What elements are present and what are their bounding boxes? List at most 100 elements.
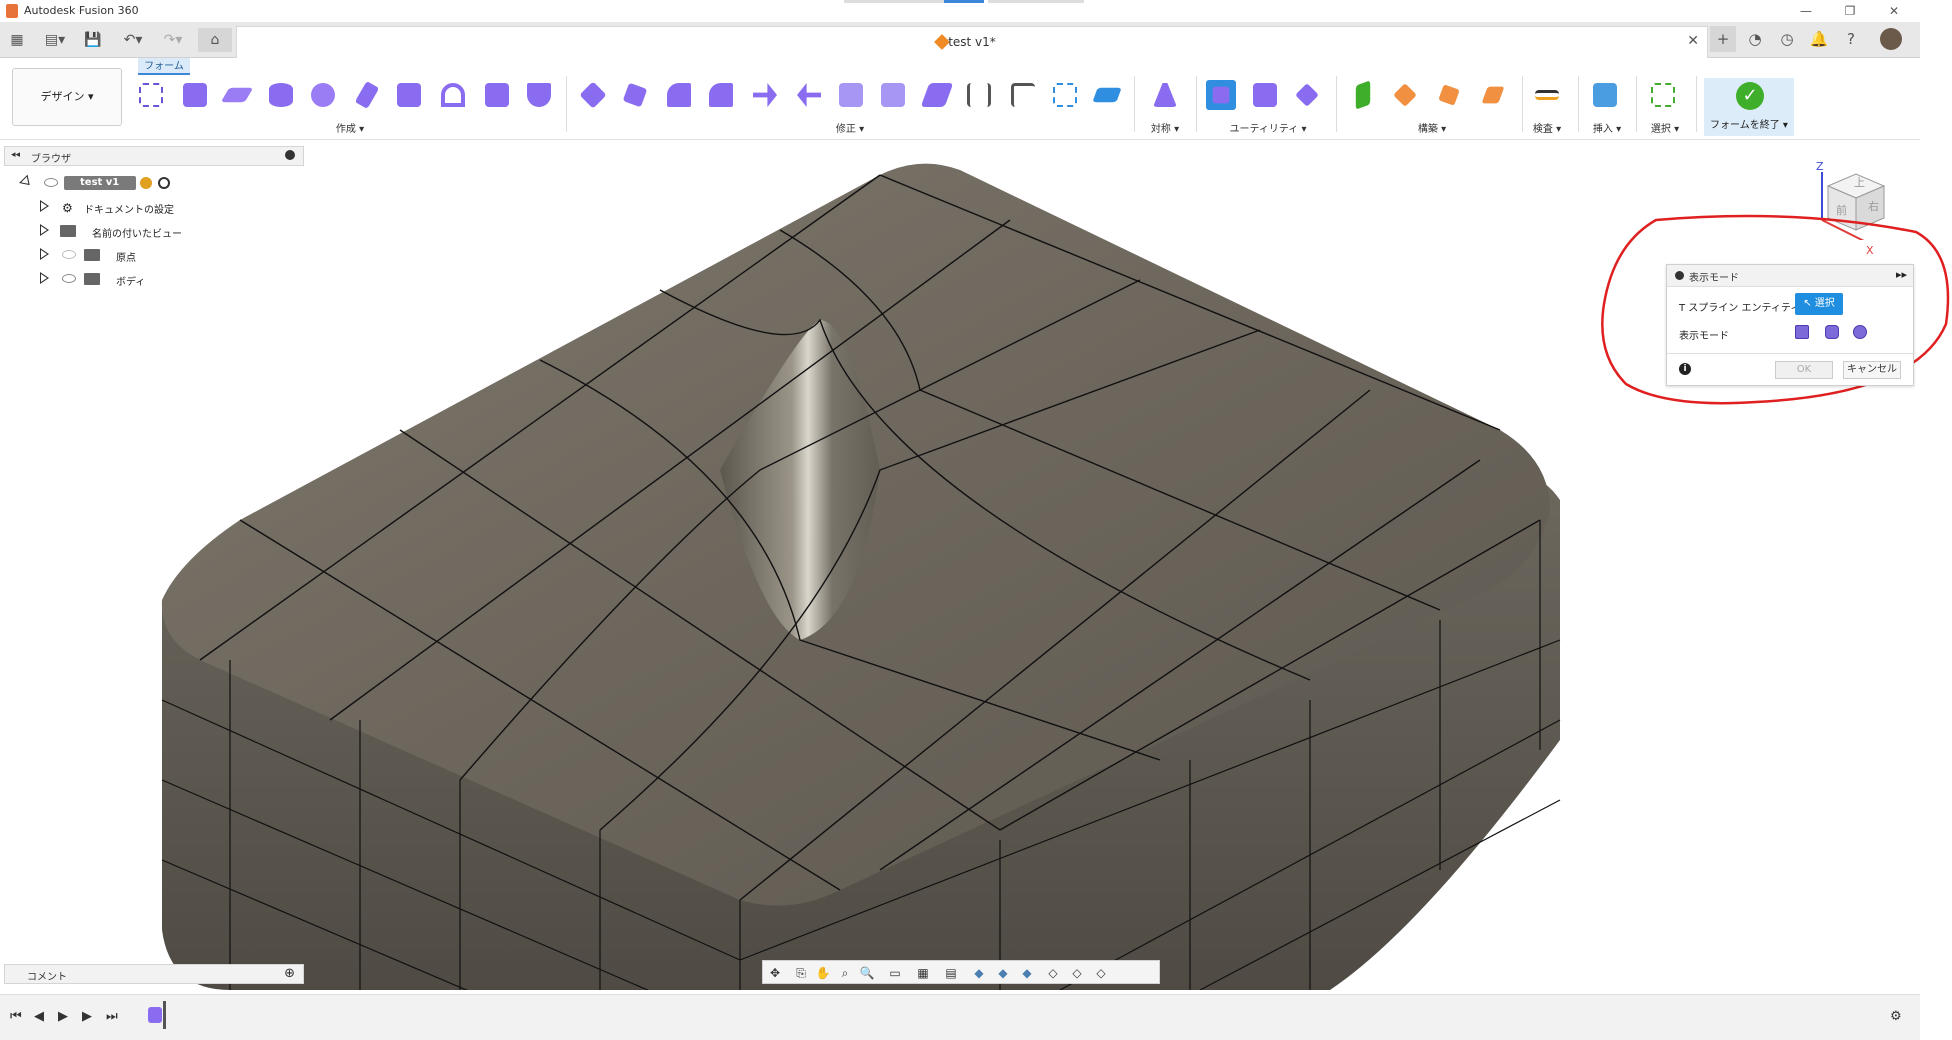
collapse-panel-icon[interactable]: ◂◂: [11, 150, 20, 160]
cube-face-right[interactable]: 右: [1868, 198, 1879, 214]
minimize-icon[interactable]: —: [1786, 2, 1826, 20]
collapse-dialog-icon[interactable]: [1675, 271, 1684, 280]
bevel-edge-icon[interactable]: [1008, 80, 1038, 110]
apps-grid-icon[interactable]: ▦: [4, 28, 30, 52]
offset-plane-icon[interactable]: [1348, 80, 1378, 110]
close-tab-icon[interactable]: ✕: [1687, 33, 1699, 49]
browser-panel-header[interactable]: ◂◂ ブラウザ: [4, 146, 304, 166]
expand-toggle-icon[interactable]: [40, 200, 49, 212]
group-label-create[interactable]: 作成 ▾: [320, 120, 380, 135]
user-avatar[interactable]: [1880, 28, 1902, 50]
expand-toggle-icon[interactable]: [40, 224, 49, 236]
expand-toggle-icon[interactable]: [40, 272, 49, 284]
expand-dialog-icon[interactable]: ▸▸: [1896, 268, 1907, 281]
pan-hand-icon[interactable]: ✋: [815, 965, 831, 981]
shaded-hidden-view-icon[interactable]: ◆: [1019, 965, 1035, 981]
extrude-tool-icon[interactable]: [394, 80, 424, 110]
weld-vertices-icon[interactable]: [878, 80, 908, 110]
insert-point-icon[interactable]: [706, 80, 736, 110]
slide-edge-icon[interactable]: [1050, 80, 1080, 110]
browser-root-item[interactable]: test v1: [18, 174, 218, 194]
sweep-tool-icon[interactable]: [482, 80, 512, 110]
fill-hole-icon[interactable]: [836, 80, 866, 110]
create-form-sketch-icon[interactable]: [136, 80, 166, 110]
midplane-icon[interactable]: [1478, 80, 1508, 110]
loft-tool-icon[interactable]: [524, 80, 554, 110]
group-label-modify[interactable]: 修正 ▾: [820, 120, 880, 135]
go-to-end-icon[interactable]: ⏭: [106, 1009, 118, 1024]
look-at-icon[interactable]: ⎘: [793, 965, 809, 981]
group-label-insert[interactable]: 挿入 ▾: [1582, 120, 1632, 135]
mirror-internal-icon[interactable]: [1150, 80, 1180, 110]
revolve-tool-icon[interactable]: [438, 80, 468, 110]
convert-icon[interactable]: [1292, 80, 1322, 110]
cylinder-tool-icon[interactable]: [266, 80, 296, 110]
step-back-icon[interactable]: ◀: [34, 1009, 44, 1024]
repair-body-icon[interactable]: [1250, 80, 1280, 110]
group-label-utilities[interactable]: ユーティリティ ▾: [1228, 120, 1308, 135]
cube-face-top[interactable]: 上: [1854, 174, 1865, 190]
timeline-settings-gear-icon[interactable]: ⚙: [1890, 1009, 1902, 1024]
select-entity-button[interactable]: ↖ 選択: [1795, 293, 1843, 315]
wireframe-hidden-icon[interactable]: ◇: [1069, 965, 1085, 981]
display-settings-icon[interactable]: ▭: [887, 965, 903, 981]
box-tool-icon[interactable]: [180, 80, 210, 110]
measure-icon[interactable]: [1532, 80, 1562, 110]
close-window-icon[interactable]: ✕: [1874, 2, 1914, 20]
tangent-plane-icon[interactable]: [1434, 80, 1464, 110]
window-select-icon[interactable]: [1648, 80, 1678, 110]
step-forward-icon[interactable]: ▶: [82, 1009, 92, 1024]
undo-icon[interactable]: ↶▾: [116, 28, 150, 52]
sphere-tool-icon[interactable]: [308, 80, 338, 110]
form-feature-timeline-icon[interactable]: [148, 1007, 162, 1023]
visibility-eye-icon[interactable]: [62, 274, 76, 283]
play-icon[interactable]: ▶: [58, 1009, 68, 1024]
display-mode-icon[interactable]: [1206, 80, 1236, 110]
visibility-eye-icon[interactable]: [44, 178, 58, 187]
cancel-button[interactable]: キャンセル: [1843, 361, 1901, 379]
shaded-edges-view-icon[interactable]: ◆: [995, 965, 1011, 981]
panel-pin-icon[interactable]: [285, 150, 295, 160]
activate-badge-icon[interactable]: [140, 177, 152, 189]
control-frame-display-icon[interactable]: [1825, 325, 1839, 339]
pull-icon[interactable]: [1092, 80, 1122, 110]
help-icon[interactable]: ?: [1838, 26, 1864, 52]
wireframe-visible-icon[interactable]: ◇: [1093, 965, 1109, 981]
restore-icon[interactable]: ❐: [1830, 2, 1870, 20]
document-tab[interactable]: test v1* ✕: [236, 26, 1708, 58]
go-to-start-icon[interactable]: ⏮: [10, 1009, 22, 1024]
box-display-icon[interactable]: [1795, 325, 1809, 339]
subdivide-icon[interactable]: [664, 80, 694, 110]
crease-icon[interactable]: [920, 80, 954, 110]
viewports-icon[interactable]: ▤: [943, 965, 959, 981]
hidden-eye-icon[interactable]: [62, 250, 76, 259]
browser-item-document-settings[interactable]: ⚙ ドキュメントの設定: [36, 198, 186, 218]
group-label-symmetry[interactable]: 対称 ▾: [1140, 120, 1190, 135]
browser-item-origin[interactable]: 原点: [36, 246, 186, 266]
history-clock-icon[interactable]: ◷: [1774, 26, 1800, 52]
bridge-icon[interactable]: [794, 80, 824, 110]
new-tab-icon[interactable]: +: [1710, 26, 1736, 52]
face-tool-icon[interactable]: [352, 80, 382, 110]
notifications-bell-icon[interactable]: 🔔: [1806, 26, 1832, 52]
add-comment-icon[interactable]: ⊕: [284, 966, 295, 981]
plane-tool-icon[interactable]: [220, 80, 254, 110]
active-radio-icon[interactable]: [158, 177, 170, 189]
home-icon[interactable]: ⌂: [198, 28, 232, 52]
group-label-select[interactable]: 選択 ▾: [1640, 120, 1690, 135]
finish-form-button[interactable]: ✓ フォームを終了 ▾: [1704, 78, 1794, 136]
wireframe-icon[interactable]: ◇: [1045, 965, 1061, 981]
job-status-icon[interactable]: ◔: [1742, 26, 1768, 52]
dialog-header[interactable]: 表示モード ▸▸: [1667, 265, 1913, 287]
plane-at-angle-icon[interactable]: [1390, 80, 1420, 110]
comments-panel[interactable]: コメント ⊕: [4, 964, 304, 984]
zoom-icon[interactable]: ⌕: [837, 965, 853, 981]
group-label-inspect[interactable]: 検査 ▾: [1522, 120, 1572, 135]
tab-form[interactable]: フォーム: [138, 58, 190, 75]
expand-toggle-icon[interactable]: [40, 248, 49, 260]
info-icon[interactable]: i: [1679, 363, 1691, 375]
redo-icon[interactable]: ↷▾: [156, 28, 190, 52]
file-menu-icon[interactable]: ▤▾: [38, 28, 72, 52]
expand-toggle-icon[interactable]: [19, 174, 34, 190]
ok-button[interactable]: OK: [1775, 361, 1833, 379]
